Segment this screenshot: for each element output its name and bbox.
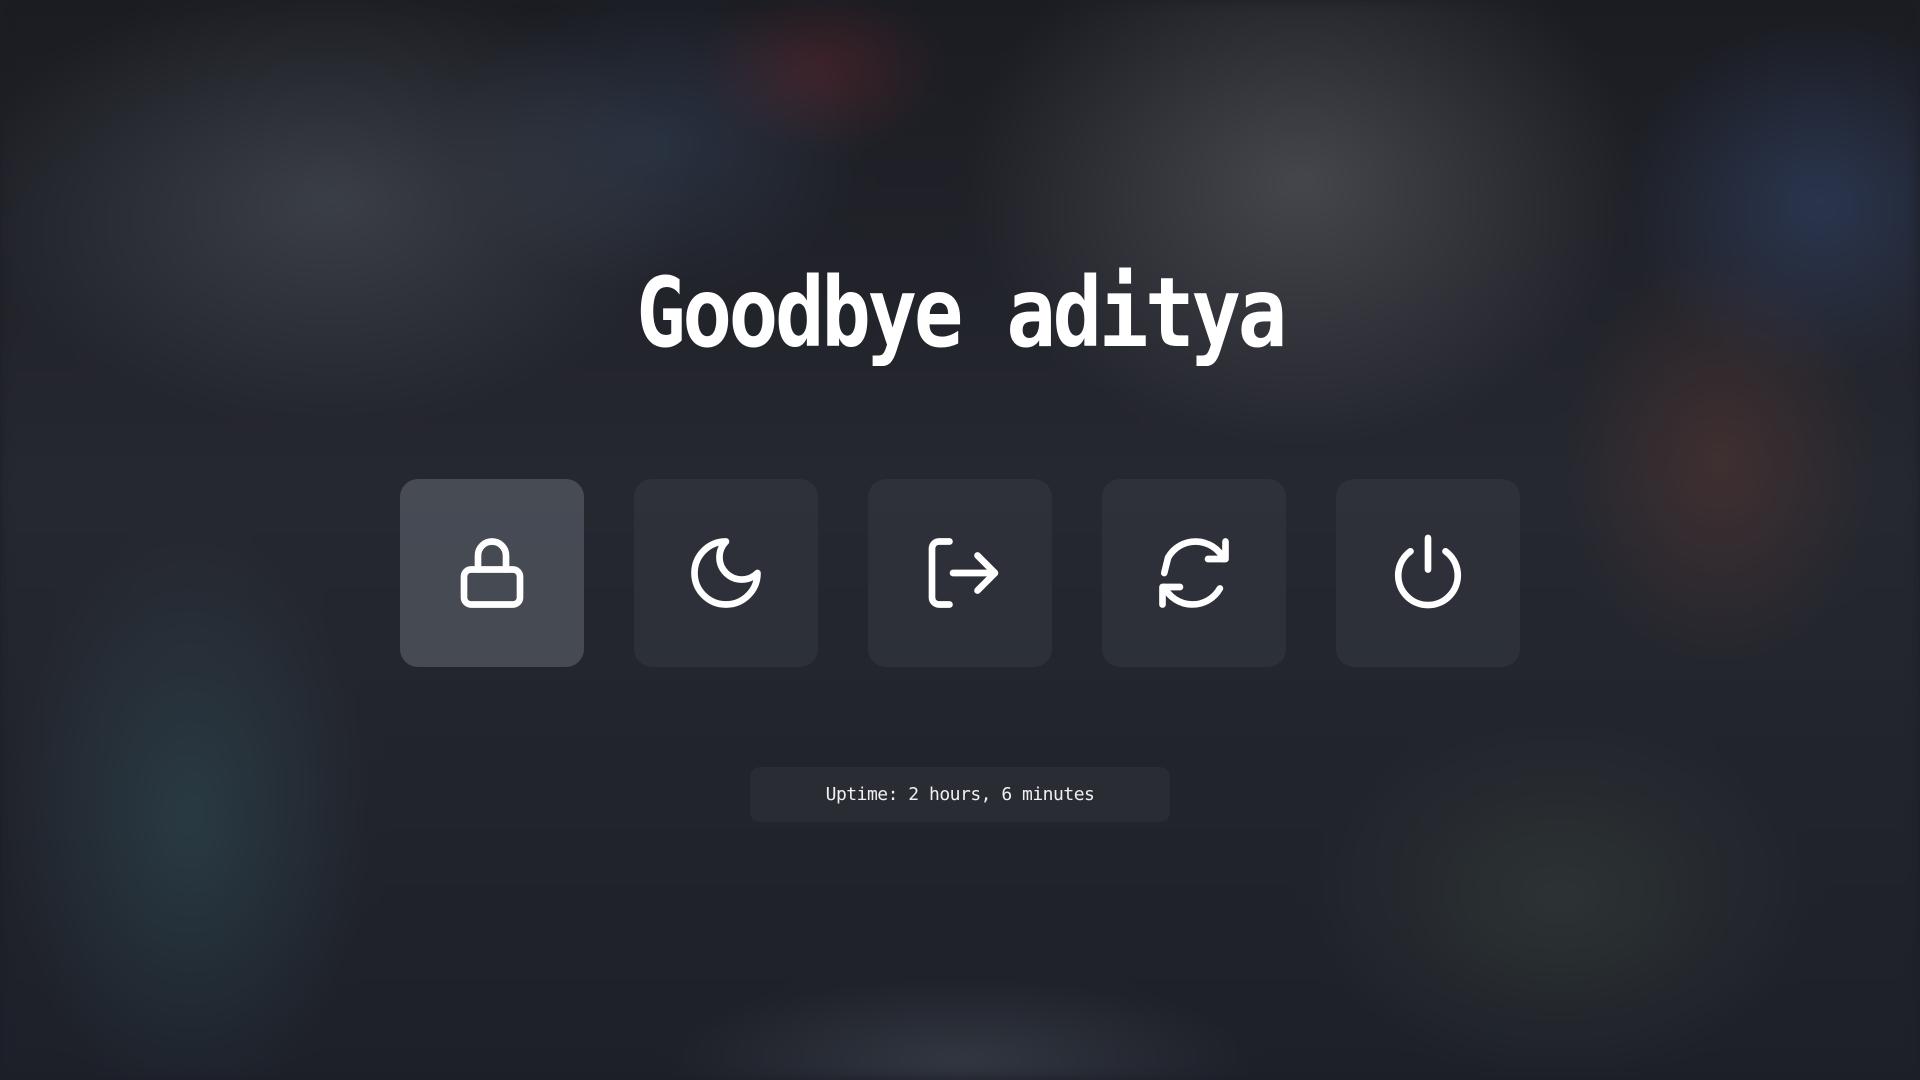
lock-icon <box>450 531 534 615</box>
reboot-button[interactable] <box>1102 479 1286 667</box>
reboot-icon <box>1152 531 1236 615</box>
power-menu-overlay: Goodbye aditya Uptime: 2 hours, 6 minute… <box>0 0 1920 1080</box>
logout-icon <box>918 531 1002 615</box>
greeting-title: Goodbye aditya <box>636 257 1287 369</box>
power-actions <box>400 479 1520 667</box>
suspend-button[interactable] <box>634 479 818 667</box>
moon-icon <box>684 531 768 615</box>
shutdown-button[interactable] <box>1336 479 1520 667</box>
uptime-label: Uptime: 2 hours, 6 minutes <box>750 767 1170 822</box>
logout-button[interactable] <box>868 479 1052 667</box>
power-icon <box>1386 531 1470 615</box>
lock-button[interactable] <box>400 479 584 667</box>
